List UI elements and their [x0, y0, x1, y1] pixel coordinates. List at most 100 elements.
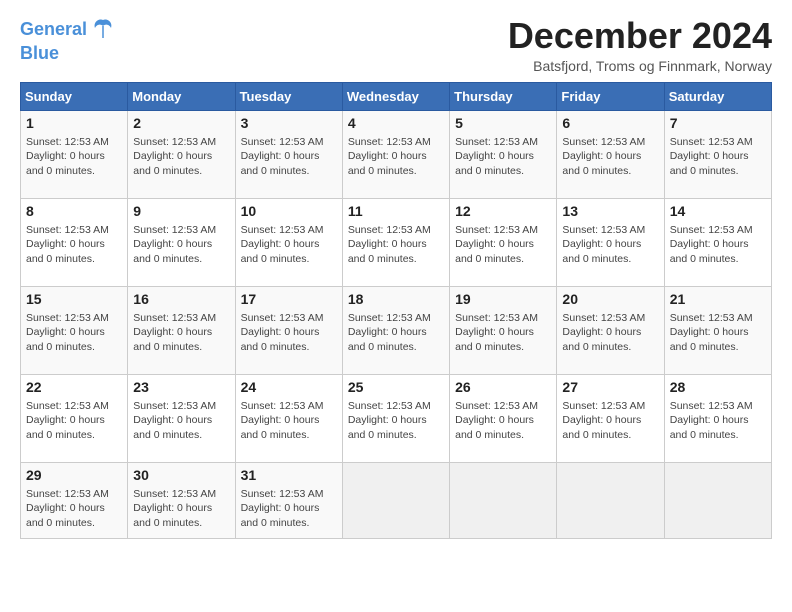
table-row: 8 Sunset: 12:53 AM Daylight: 0 hours and … [21, 198, 128, 286]
day-info: Sunset: 12:53 AM Daylight: 0 hours and 0… [562, 223, 658, 267]
day-info: Sunset: 12:53 AM Daylight: 0 hours and 0… [241, 223, 337, 267]
month-title: December 2024 [508, 16, 772, 56]
day-number: 4 [348, 115, 444, 131]
day-number: 27 [562, 379, 658, 395]
table-row: 30 Sunset: 12:53 AM Daylight: 0 hours and… [128, 462, 235, 538]
day-info: Sunset: 12:53 AM Daylight: 0 hours and 0… [670, 223, 766, 267]
col-wednesday: Wednesday [342, 82, 449, 110]
day-info: Sunset: 12:53 AM Daylight: 0 hours and 0… [26, 311, 122, 355]
day-number: 11 [348, 203, 444, 219]
day-number: 14 [670, 203, 766, 219]
table-row: 13Sunset: 12:53 AM Daylight: 0 hours and… [557, 198, 664, 286]
logo-text-general: General [20, 20, 87, 40]
day-number: 28 [670, 379, 766, 395]
day-info: Sunset: 12:53 AM Daylight: 0 hours and 0… [26, 399, 122, 443]
day-info: Sunset: 12:53 AM Daylight: 0 hours and 0… [241, 135, 337, 179]
day-number: 8 [26, 203, 122, 219]
day-info: Sunset: 12:53 AM Daylight: 0 hours and 0… [133, 135, 229, 179]
day-number: 31 [241, 467, 337, 483]
day-info: Sunset: 12:53 AM Daylight: 0 hours and 0… [241, 311, 337, 355]
day-number: 5 [455, 115, 551, 131]
calendar-week-row: 22 Sunset: 12:53 AM Daylight: 0 hours and… [21, 374, 772, 462]
col-friday: Friday [557, 82, 664, 110]
day-info: Sunset: 12:53 AM Daylight: 0 hours and 0… [455, 399, 551, 443]
day-info: Sunset: 12:53 AM Daylight: 0 hours and 0… [670, 311, 766, 355]
table-row: 4 Sunset: 12:53 AM Daylight: 0 hours and … [342, 110, 449, 198]
day-info: Sunset: 12:53 AM Daylight: 0 hours and 0… [455, 311, 551, 355]
day-info: Sunset: 12:53 AM Daylight: 0 hours and 0… [348, 223, 444, 267]
table-row: 10 Sunset: 12:53 AM Daylight: 0 hours and… [235, 198, 342, 286]
table-row: 9 Sunset: 12:53 AM Daylight: 0 hours and … [128, 198, 235, 286]
day-number: 12 [455, 203, 551, 219]
day-info: Sunset: 12:53 AM Daylight: 0 hours and 0… [26, 135, 122, 179]
table-row: 16 Sunset: 12:53 AM Daylight: 0 hours and… [128, 286, 235, 374]
day-info: Sunset: 12:53 AM Daylight: 0 hours and 0… [455, 223, 551, 267]
day-info: Sunset: 12:53 AM Daylight: 0 hours and 0… [133, 487, 229, 531]
day-number: 10 [241, 203, 337, 219]
table-row: 21 Sunset: 12:53 AM Daylight: 0 hours and… [664, 286, 771, 374]
calendar-header: Sunday Monday Tuesday Wednesday Thursday… [21, 82, 772, 110]
table-row [557, 462, 664, 538]
table-row: 20Sunset: 12:53 AM Daylight: 0 hours and… [557, 286, 664, 374]
day-number: 30 [133, 467, 229, 483]
day-number: 17 [241, 291, 337, 307]
day-number: 18 [348, 291, 444, 307]
day-info: Sunset: 12:53 AM Daylight: 0 hours and 0… [26, 487, 122, 531]
day-info: Sunset: 12:53 AM Daylight: 0 hours and 0… [348, 399, 444, 443]
table-row: 5Sunset: 12:53 AM Daylight: 0 hours and … [450, 110, 557, 198]
table-row: 7Sunset: 12:53 AM Daylight: 0 hours and … [664, 110, 771, 198]
table-row: 2 Sunset: 12:53 AM Daylight: 0 hours and … [128, 110, 235, 198]
table-row: 15 Sunset: 12:53 AM Daylight: 0 hours and… [21, 286, 128, 374]
calendar-week-row: 29 Sunset: 12:53 AM Daylight: 0 hours and… [21, 462, 772, 538]
day-number: 16 [133, 291, 229, 307]
table-row: 23 Sunset: 12:53 AM Daylight: 0 hours and… [128, 374, 235, 462]
table-row: 18 Sunset: 12:53 AM Daylight: 0 hours and… [342, 286, 449, 374]
day-info: Sunset: 12:53 AM Daylight: 0 hours and 0… [133, 311, 229, 355]
day-number: 23 [133, 379, 229, 395]
day-number: 24 [241, 379, 337, 395]
logo-text-blue: Blue [20, 44, 59, 64]
day-number: 2 [133, 115, 229, 131]
table-row: 31Sunset: 12:53 AM Daylight: 0 hours and… [235, 462, 342, 538]
day-number: 1 [26, 115, 122, 131]
day-info: Sunset: 12:53 AM Daylight: 0 hours and 0… [348, 135, 444, 179]
day-number: 21 [670, 291, 766, 307]
table-row: 12 Sunset: 12:53 AM Daylight: 0 hours and… [450, 198, 557, 286]
calendar-body: 1 Sunset: 12:53 AM Daylight: 0 hours and … [21, 110, 772, 538]
day-info: Sunset: 12:53 AM Daylight: 0 hours and 0… [133, 399, 229, 443]
col-sunday: Sunday [21, 82, 128, 110]
table-row: 22 Sunset: 12:53 AM Daylight: 0 hours and… [21, 374, 128, 462]
day-number: 26 [455, 379, 551, 395]
day-number: 15 [26, 291, 122, 307]
table-row: 26 Sunset: 12:53 AM Daylight: 0 hours and… [450, 374, 557, 462]
calendar-week-row: 1 Sunset: 12:53 AM Daylight: 0 hours and … [21, 110, 772, 198]
page: General Blue December 2024 Batsfjord, Tr… [0, 0, 792, 612]
day-number: 22 [26, 379, 122, 395]
day-info: Sunset: 12:53 AM Daylight: 0 hours and 0… [562, 135, 658, 179]
table-row: 1 Sunset: 12:53 AM Daylight: 0 hours and … [21, 110, 128, 198]
day-number: 9 [133, 203, 229, 219]
table-row: 25 Sunset: 12:53 AM Daylight: 0 hours and… [342, 374, 449, 462]
day-info: Sunset: 12:53 AM Daylight: 0 hours and 0… [562, 399, 658, 443]
day-number: 25 [348, 379, 444, 395]
day-number: 6 [562, 115, 658, 131]
header: General Blue December 2024 Batsfjord, Tr… [20, 16, 772, 74]
day-info: Sunset: 12:53 AM Daylight: 0 hours and 0… [348, 311, 444, 355]
day-number: 29 [26, 467, 122, 483]
table-row: 29 Sunset: 12:53 AM Daylight: 0 hours and… [21, 462, 128, 538]
day-info: Sunset: 12:53 AM Daylight: 0 hours and 0… [670, 399, 766, 443]
table-row [450, 462, 557, 538]
day-number: 3 [241, 115, 337, 131]
table-row: 17 Sunset: 12:53 AM Daylight: 0 hours and… [235, 286, 342, 374]
day-info: Sunset: 12:53 AM Daylight: 0 hours and 0… [26, 223, 122, 267]
day-number: 7 [670, 115, 766, 131]
day-info: Sunset: 12:53 AM Daylight: 0 hours and 0… [241, 399, 337, 443]
logo: General Blue [20, 16, 117, 64]
table-row: 24 Sunset: 12:53 AM Daylight: 0 hours and… [235, 374, 342, 462]
table-row: 6 Sunset: 12:53 AM Daylight: 0 hours and … [557, 110, 664, 198]
table-row: 14 Sunset: 12:53 AM Daylight: 0 hours and… [664, 198, 771, 286]
day-info: Sunset: 12:53 AM Daylight: 0 hours and 0… [133, 223, 229, 267]
col-thursday: Thursday [450, 82, 557, 110]
day-info: Sunset: 12:53 AM Daylight: 0 hours and 0… [562, 311, 658, 355]
day-number: 19 [455, 291, 551, 307]
